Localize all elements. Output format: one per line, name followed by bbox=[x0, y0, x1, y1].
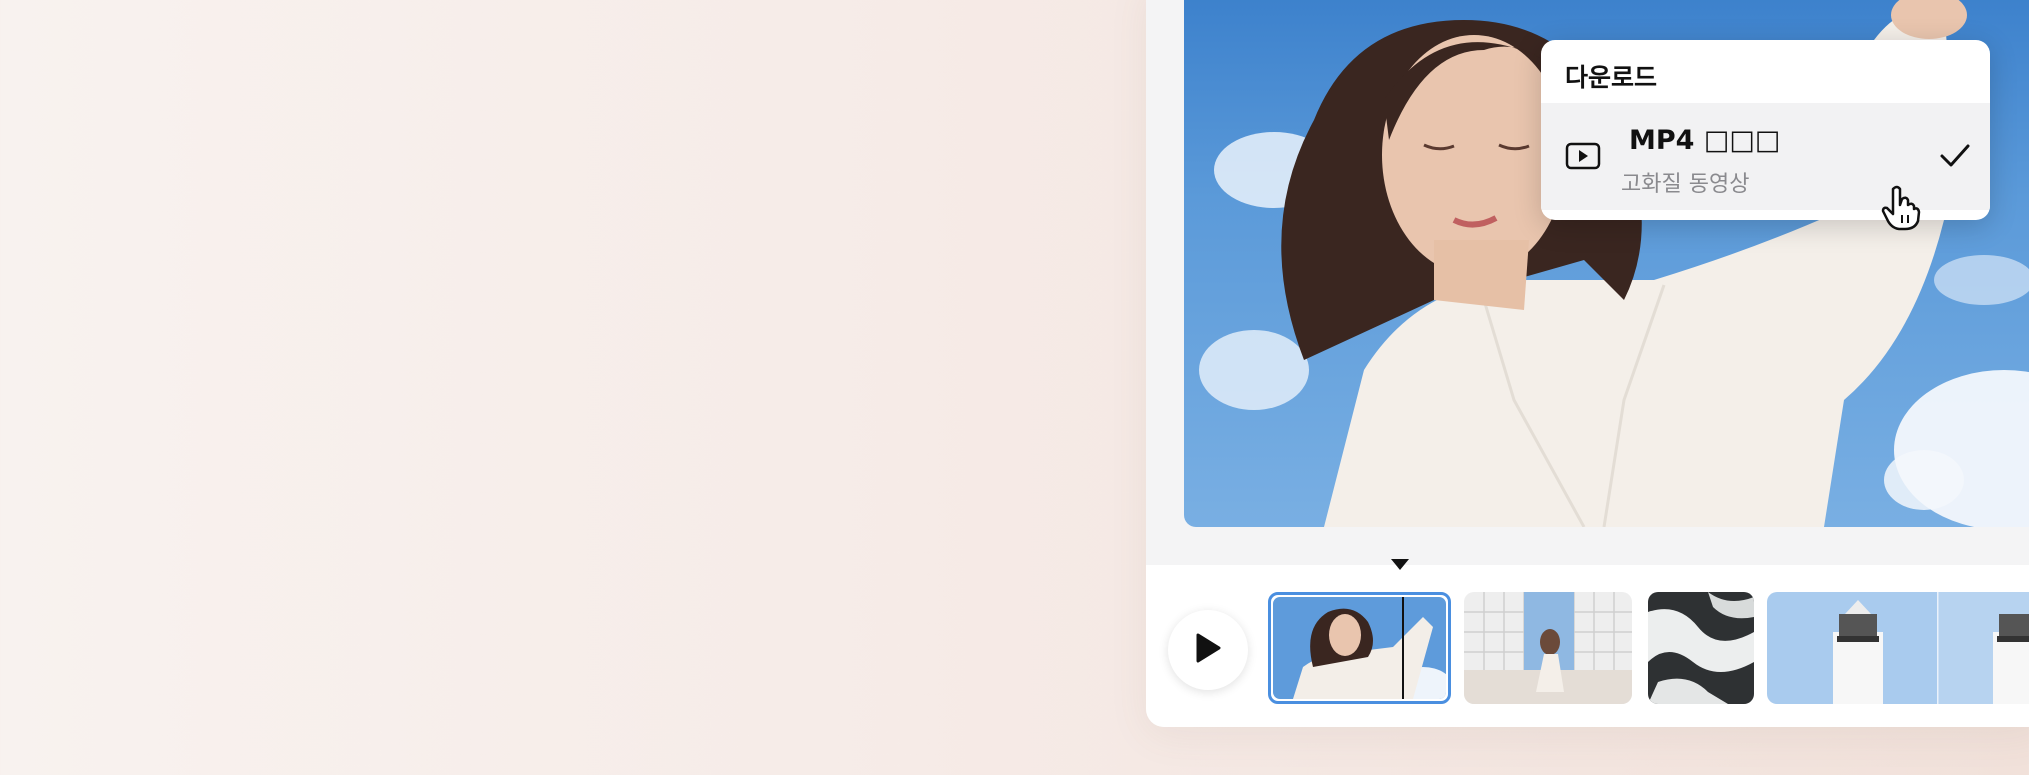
playhead-line bbox=[1402, 597, 1404, 699]
playhead-marker[interactable] bbox=[1391, 559, 1409, 570]
download-option-mp4[interactable]: MP4 □□□ 고화질 동영상 bbox=[1541, 103, 1990, 210]
download-option-label: MP4 □□□ bbox=[1629, 125, 1781, 156]
hand-pointer-icon bbox=[1881, 185, 1921, 235]
play-icon bbox=[1195, 633, 1221, 667]
timeline bbox=[1146, 559, 2029, 727]
clip-thumbnail bbox=[1273, 597, 1446, 699]
timeline-clip-4[interactable] bbox=[1767, 592, 2029, 704]
clip-thumbnail bbox=[1648, 592, 1754, 704]
clip-thumbnail bbox=[1767, 592, 2029, 704]
download-menu-title: 다운로드 bbox=[1565, 63, 1658, 92]
timeline-clip-2[interactable] bbox=[1464, 592, 1632, 704]
clip-thumbnail bbox=[1464, 592, 1632, 704]
video-play-icon bbox=[1565, 141, 1601, 175]
timeline-clip-3[interactable] bbox=[1648, 592, 1754, 704]
play-button[interactable] bbox=[1168, 610, 1248, 690]
timeline-clip-1[interactable] bbox=[1268, 592, 1451, 704]
download-menu: 다운로드 MP4 □□□ 고화질 동영상 bbox=[1541, 40, 1990, 220]
download-option-sublabel: 고화질 동영상 bbox=[1621, 172, 1750, 197]
checkmark-icon bbox=[1939, 143, 1971, 173]
